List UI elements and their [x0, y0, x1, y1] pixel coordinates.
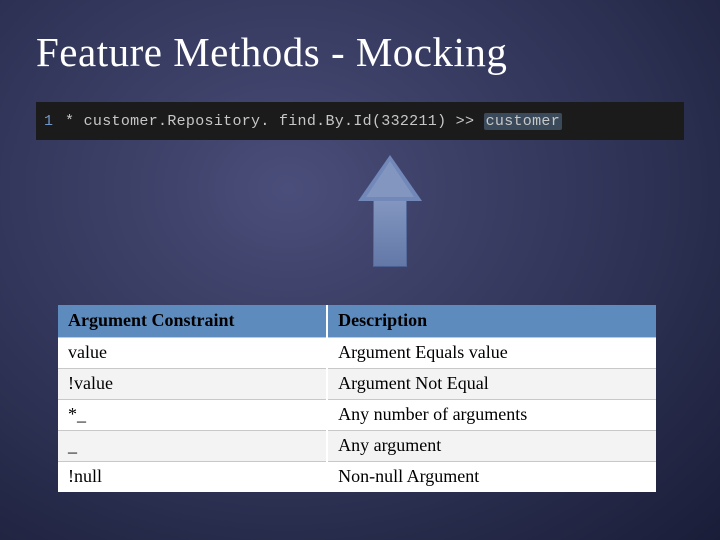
table-row: value Argument Equals value	[58, 338, 656, 369]
cell-constraint: !value	[58, 369, 327, 400]
cell-description: Any number of arguments	[327, 400, 656, 431]
table-row: !value Argument Not Equal	[58, 369, 656, 400]
code-line-number: 1	[44, 113, 53, 130]
cell-description: Any argument	[327, 431, 656, 462]
table-header-row: Argument Constraint Description	[58, 305, 656, 338]
cell-description: Argument Not Equal	[327, 369, 656, 400]
cell-description: Argument Equals value	[327, 338, 656, 369]
cell-constraint: !null	[58, 462, 327, 493]
cell-description: Non-null Argument	[327, 462, 656, 493]
header-description: Description	[327, 305, 656, 338]
table-row: !null Non-null Argument	[58, 462, 656, 493]
cell-constraint: value	[58, 338, 327, 369]
cell-constraint: *_	[58, 400, 327, 431]
constraints-table: Argument Constraint Description value Ar…	[58, 305, 656, 492]
code-highlight: customer	[484, 113, 562, 130]
table-row: _ Any argument	[58, 431, 656, 462]
cell-constraint: _	[58, 431, 327, 462]
header-constraint: Argument Constraint	[58, 305, 327, 338]
code-prefix: * customer.Repository. find.By.Id(332211…	[65, 113, 484, 130]
up-arrow-icon	[355, 155, 425, 275]
code-block: 1 * customer.Repository. find.By.Id(3322…	[36, 102, 684, 140]
page-title: Feature Methods - Mocking	[36, 28, 684, 76]
code-text: * customer.Repository. find.By.Id(332211…	[65, 113, 562, 130]
table-row: *_ Any number of arguments	[58, 400, 656, 431]
slide: Feature Methods - Mocking 1 * customer.R…	[0, 0, 720, 540]
